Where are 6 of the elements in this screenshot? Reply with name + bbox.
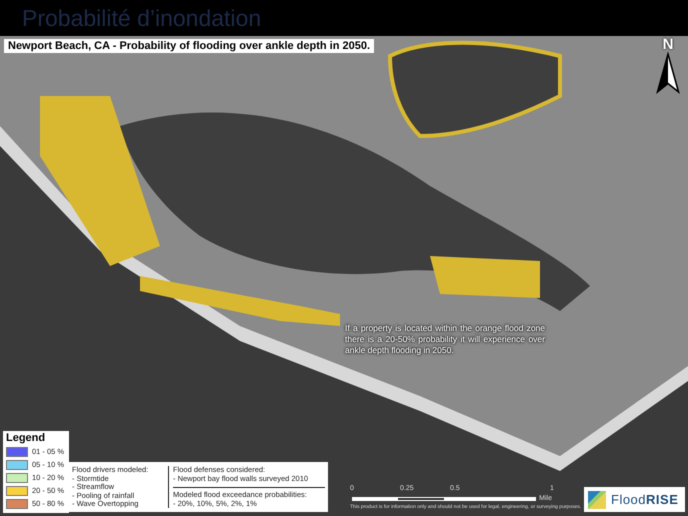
legend-title: Legend (6, 432, 46, 444)
logo-icon (588, 490, 606, 508)
page-title: Probabilité d’inondation (22, 4, 262, 32)
logo-text: FloodRISE (611, 492, 678, 507)
annotation-text: If a property is located within the orange flood zone there is a 20-50% probability it will experience over ankle depth flooding in 2050. (345, 323, 545, 356)
map-subtitle: Newport Beach, CA - Probability of flooding over ankle depth in 2050. (4, 39, 374, 53)
